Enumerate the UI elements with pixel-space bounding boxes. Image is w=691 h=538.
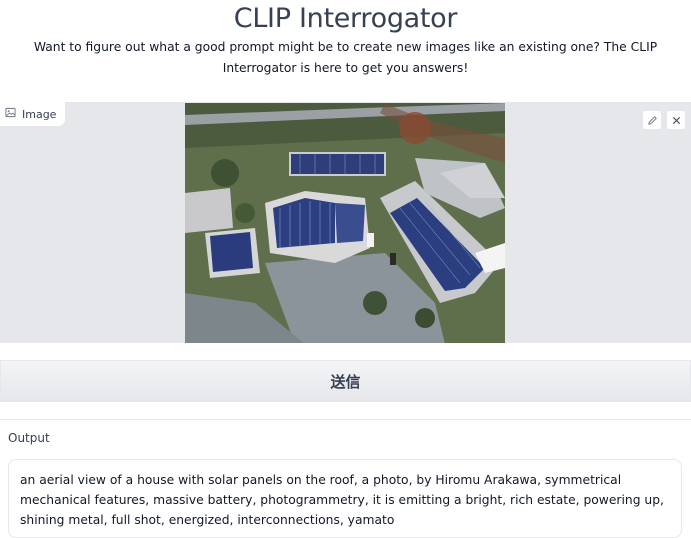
output-section: Output an aerial view of a house with so… [0, 419, 691, 538]
image-upload-area[interactable] [0, 102, 691, 343]
close-icon [671, 111, 682, 130]
edit-image-button[interactable] [642, 110, 662, 130]
output-label: Output [8, 431, 50, 445]
image-icon [5, 107, 16, 121]
page-description: Want to figure out what a good prompt mi… [33, 40, 658, 75]
clear-image-button[interactable] [666, 110, 686, 130]
pencil-icon [647, 111, 658, 130]
image-label-text: Image [22, 107, 57, 121]
image-input-label: Image [0, 102, 67, 127]
output-textbox[interactable]: an aerial view of a house with solar pan… [8, 459, 682, 538]
uploaded-image [185, 103, 505, 343]
page-title: CLIP Interrogator [233, 3, 458, 34]
submit-button[interactable]: 送信 [0, 360, 691, 402]
aerial-photo-graphic [185, 103, 505, 343]
